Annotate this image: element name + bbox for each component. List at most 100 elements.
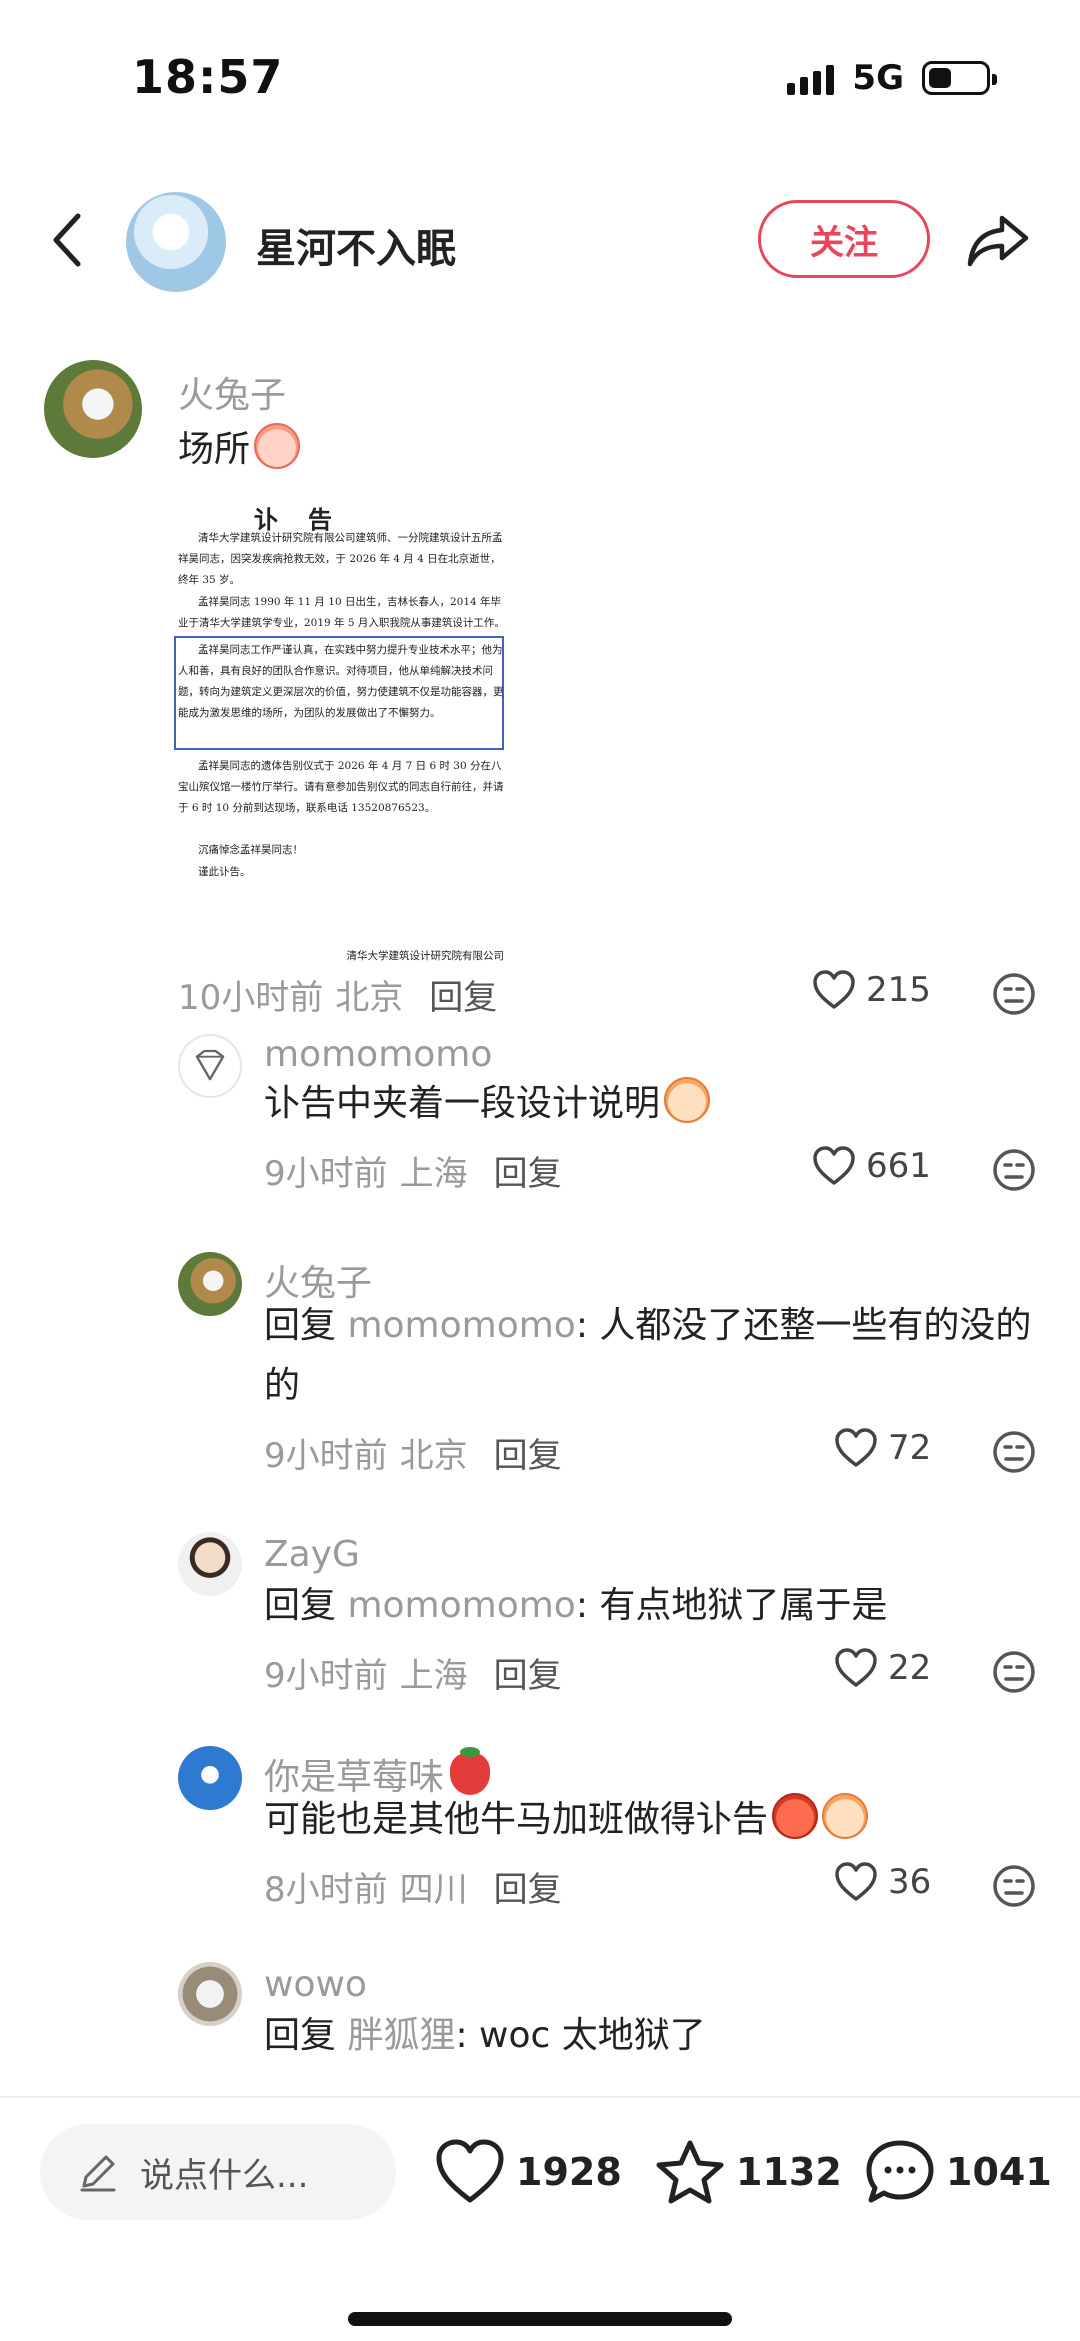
dislike-icon[interactable]: [992, 1864, 1036, 1908]
notice-paragraph: 孟祥昊同志工作严谨认真，在实践中努力提升专业技术水平；他为人和善，具有良好的团队…: [178, 644, 504, 719]
like-button[interactable]: 215: [812, 970, 931, 1010]
notice-paragraph: 孟祥昊同志的遗体告别仪式于 2026 年 4 月 7 日 6 时 30 分在八宝…: [178, 760, 504, 814]
reply-button[interactable]: 回复: [494, 1146, 562, 1195]
network-label: 5G: [852, 58, 904, 98]
peach-emoji-icon: [254, 423, 301, 469]
comment-item: ZayG 回复 momomomo: 有点地狱了属于是 9小时前 上海 回复 22: [0, 1532, 1080, 1732]
comment-text: 回复 momomomo: 人都没了还整一些有的没的的: [264, 1296, 1034, 1416]
home-indicator[interactable]: [348, 2312, 732, 2326]
comment-meta: 9小时前 北京 回复: [264, 1428, 562, 1477]
header: 星河不入眠 关注: [0, 180, 1080, 300]
comment-text-body: 可能也是其他牛马加班做得讣告: [264, 1799, 769, 1840]
angry-emoji-icon: [772, 1793, 819, 1839]
notice-closing: 谨此讣告。: [198, 866, 251, 878]
like-button[interactable]: 661: [812, 1146, 931, 1186]
mention-link[interactable]: momomomo: [347, 1585, 575, 1626]
avatar[interactable]: [178, 1962, 242, 2026]
comment-input[interactable]: 说点什么...: [40, 2124, 396, 2220]
comment-text-body: 讣告中夹着一段设计说明: [264, 1083, 661, 1124]
battery-icon: [922, 61, 997, 95]
comment-username[interactable]: ZayG: [264, 1534, 360, 1575]
comment-time: 9小时前: [264, 1656, 388, 1696]
dislike-icon[interactable]: [992, 1148, 1036, 1192]
dislike-icon[interactable]: [992, 1430, 1036, 1474]
avatar[interactable]: [178, 1746, 242, 1810]
mention-link[interactable]: 胖狐狸: [347, 2015, 455, 2056]
like-count: 36: [888, 1862, 932, 1902]
heart-icon: [835, 1648, 877, 1687]
notice-paragraph: 清华大学建筑设计研究院有限公司建筑师、一分院建筑设计五所孟祥昊同志，因突发疾病抢…: [178, 532, 503, 586]
comment-time: 10小时前: [178, 978, 324, 1018]
post-favorite-count: 1132: [736, 2150, 842, 2194]
post-like-count: 1928: [516, 2150, 622, 2194]
avatar[interactable]: [44, 360, 142, 458]
reply-prefix: 回复: [264, 1585, 348, 1626]
pencil-icon: [80, 2155, 116, 2192]
signal-icon: [787, 61, 835, 95]
comment-location: 上海: [399, 1656, 468, 1696]
like-post-button[interactable]: 1928: [434, 2138, 622, 2206]
comments-button[interactable]: 1041: [864, 2138, 1052, 2206]
strawberry-icon: [450, 1747, 491, 1795]
heart-icon: [835, 1862, 877, 1901]
comment-text: 可能也是其他牛马加班做得讣告: [264, 1790, 869, 1850]
like-button[interactable]: 22: [834, 1648, 931, 1688]
like-count: 22: [888, 1648, 932, 1688]
notice-signature: 清华大学建筑设计研究院有限公司: [346, 950, 505, 962]
status-indicators: 5G: [787, 58, 997, 98]
reply-button[interactable]: 回复: [494, 1428, 562, 1477]
avatar[interactable]: [178, 1532, 242, 1596]
notice-paragraph: 孟祥昊同志 1990 年 11 月 10 日出生，吉林长春人，2014 年毕业于…: [178, 596, 505, 629]
dislike-icon[interactable]: [992, 1650, 1036, 1694]
comment-item: 你是草莓味 可能也是其他牛马加班做得讣告 8小时前 四川 回复 36: [0, 1746, 1080, 1946]
comment-item: momomomo 讣告中夹着一段设计说明 9小时前 上海 回复 661: [0, 1030, 1080, 1230]
heart-icon: [835, 1428, 877, 1467]
comment-meta: 10小时前 北京 回复: [178, 970, 497, 1019]
comment-username[interactable]: wowo: [264, 1964, 367, 2005]
comment-placeholder: 说点什么...: [140, 2155, 309, 2196]
comment-meta: 9小时前 上海 回复: [264, 1146, 562, 1195]
comment-text: 回复 胖狐狸: woc 太地狱了: [264, 2006, 706, 2066]
comment-bubble-icon: [866, 2140, 934, 2203]
comment-time: 9小时前: [264, 1436, 388, 1476]
comment-username[interactable]: 火兔子: [178, 366, 286, 418]
like-button[interactable]: 72: [834, 1428, 931, 1468]
comment-item: wowo 回复 胖狐狸: woc 太地狱了: [0, 1962, 1080, 2095]
comment-text-body: 场所: [178, 429, 251, 470]
back-icon[interactable]: [48, 210, 88, 270]
comment-list[interactable]: 火兔子 场所 讣告 清华大学建筑设计研究院有限公司建筑师、一分院建筑设计五所孟祥…: [0, 340, 1080, 2095]
star-icon: [656, 2140, 724, 2204]
reply-button[interactable]: 回复: [494, 1648, 562, 1697]
comment-text: 回复 momomomo: 有点地狱了属于是: [264, 1576, 887, 1636]
comment-time: 8小时前: [264, 1870, 388, 1910]
reply-button[interactable]: 回复: [494, 1862, 562, 1911]
status-bar: 18:57 5G: [0, 0, 1080, 150]
avatar[interactable]: [178, 1252, 242, 1316]
avatar[interactable]: [178, 1034, 242, 1098]
crying-emoji-icon: [822, 1793, 869, 1839]
status-time: 18:57: [132, 50, 284, 104]
comment-location: 上海: [399, 1154, 468, 1194]
like-button[interactable]: 36: [834, 1862, 931, 1902]
like-count: 215: [866, 970, 931, 1010]
dislike-icon[interactable]: [992, 972, 1036, 1016]
follow-button[interactable]: 关注: [758, 200, 930, 278]
comment-time: 9小时前: [264, 1154, 388, 1194]
comment-username[interactable]: momomomo: [264, 1034, 492, 1075]
reply-button[interactable]: 回复: [429, 970, 497, 1019]
notice-closing: 沉痛悼念孟祥昊同志！: [198, 844, 303, 856]
author-avatar[interactable]: [126, 192, 226, 292]
crying-emoji-icon: [664, 1077, 711, 1123]
comment-text-body: : woc 太地狱了: [455, 2015, 706, 2056]
share-icon[interactable]: [966, 210, 1030, 270]
author-name[interactable]: 星河不入眠: [256, 216, 456, 274]
post-comment-count: 1041: [946, 2150, 1052, 2194]
comment-meta: 8小时前 四川 回复: [264, 1862, 562, 1911]
mention-link[interactable]: momomomo: [347, 1305, 575, 1346]
favorite-button[interactable]: 1132: [654, 2138, 842, 2206]
notice-image[interactable]: 讣告 清华大学建筑设计研究院有限公司建筑师、一分院建筑设计五所孟祥昊同志，因突发…: [174, 500, 508, 962]
comment-text-body: : 有点地狱了属于是: [575, 1585, 888, 1626]
heart-icon: [436, 2139, 504, 2203]
comment-location: 北京: [335, 978, 404, 1018]
like-count: 72: [888, 1428, 932, 1468]
